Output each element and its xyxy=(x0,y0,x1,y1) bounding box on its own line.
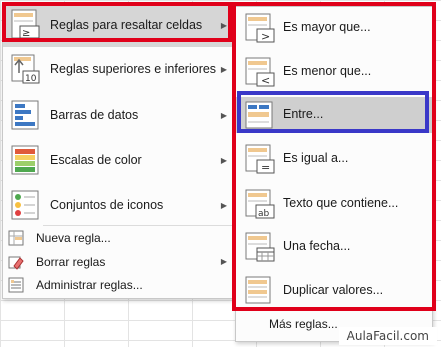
menu-item-label: Nueva regla... xyxy=(36,230,111,245)
chevron-right-icon: ▶ xyxy=(220,155,227,165)
color-scales-icon xyxy=(9,144,41,176)
chevron-right-icon: ▶ xyxy=(220,257,227,266)
icon-sets-icon xyxy=(9,189,41,221)
menu-item-manage-rules[interactable]: Administrar reglas... xyxy=(3,273,232,296)
menu-item-label: Borrar reglas xyxy=(36,254,106,269)
highlight-box-submenu xyxy=(232,2,436,311)
menu-item-label: Administrar reglas... xyxy=(36,277,143,292)
menu-item-icon-sets[interactable]: Conjuntos de iconos ▶ xyxy=(3,183,232,227)
clear-rules-icon xyxy=(8,254,24,270)
menu-item-data-bars[interactable]: Barras de datos ▶ xyxy=(3,93,232,137)
menu-item-label: Conjuntos de iconos xyxy=(50,198,164,212)
data-bars-icon xyxy=(9,99,41,131)
menu-item-color-scales[interactable]: Escalas de color ▶ xyxy=(3,138,232,182)
selected-box-between xyxy=(237,91,429,133)
menu-item-label: Reglas superiores e inferiores xyxy=(50,62,217,76)
chevron-right-icon: ▶ xyxy=(220,200,227,210)
more-rules-link[interactable]: Más reglas... xyxy=(269,317,338,331)
svg-text:10: 10 xyxy=(25,74,37,84)
chevron-right-icon: ▶ xyxy=(220,64,227,74)
watermark-text: AulaFacil.com xyxy=(338,327,437,345)
menu-item-label: Escalas de color xyxy=(50,153,142,167)
manage-rules-icon xyxy=(8,277,24,293)
chevron-right-icon: ▶ xyxy=(220,110,227,120)
new-rule-icon xyxy=(8,230,24,246)
menu-item-top-bottom-rules[interactable]: 10 Reglas superiores e inferiores ▶ xyxy=(3,47,232,91)
menu-item-clear-rules[interactable]: Borrar reglas ▶ xyxy=(3,250,232,273)
conditional-formatting-menu: ≥ Reglas para resaltar celdas ▶ 10 Regla… xyxy=(2,2,233,299)
top-bottom-rules-icon: 10 xyxy=(9,53,41,85)
menu-item-label: Barras de datos xyxy=(50,108,139,122)
highlight-box-main-item xyxy=(2,2,232,42)
menu-item-new-rule[interactable]: Nueva regla... xyxy=(3,226,232,249)
